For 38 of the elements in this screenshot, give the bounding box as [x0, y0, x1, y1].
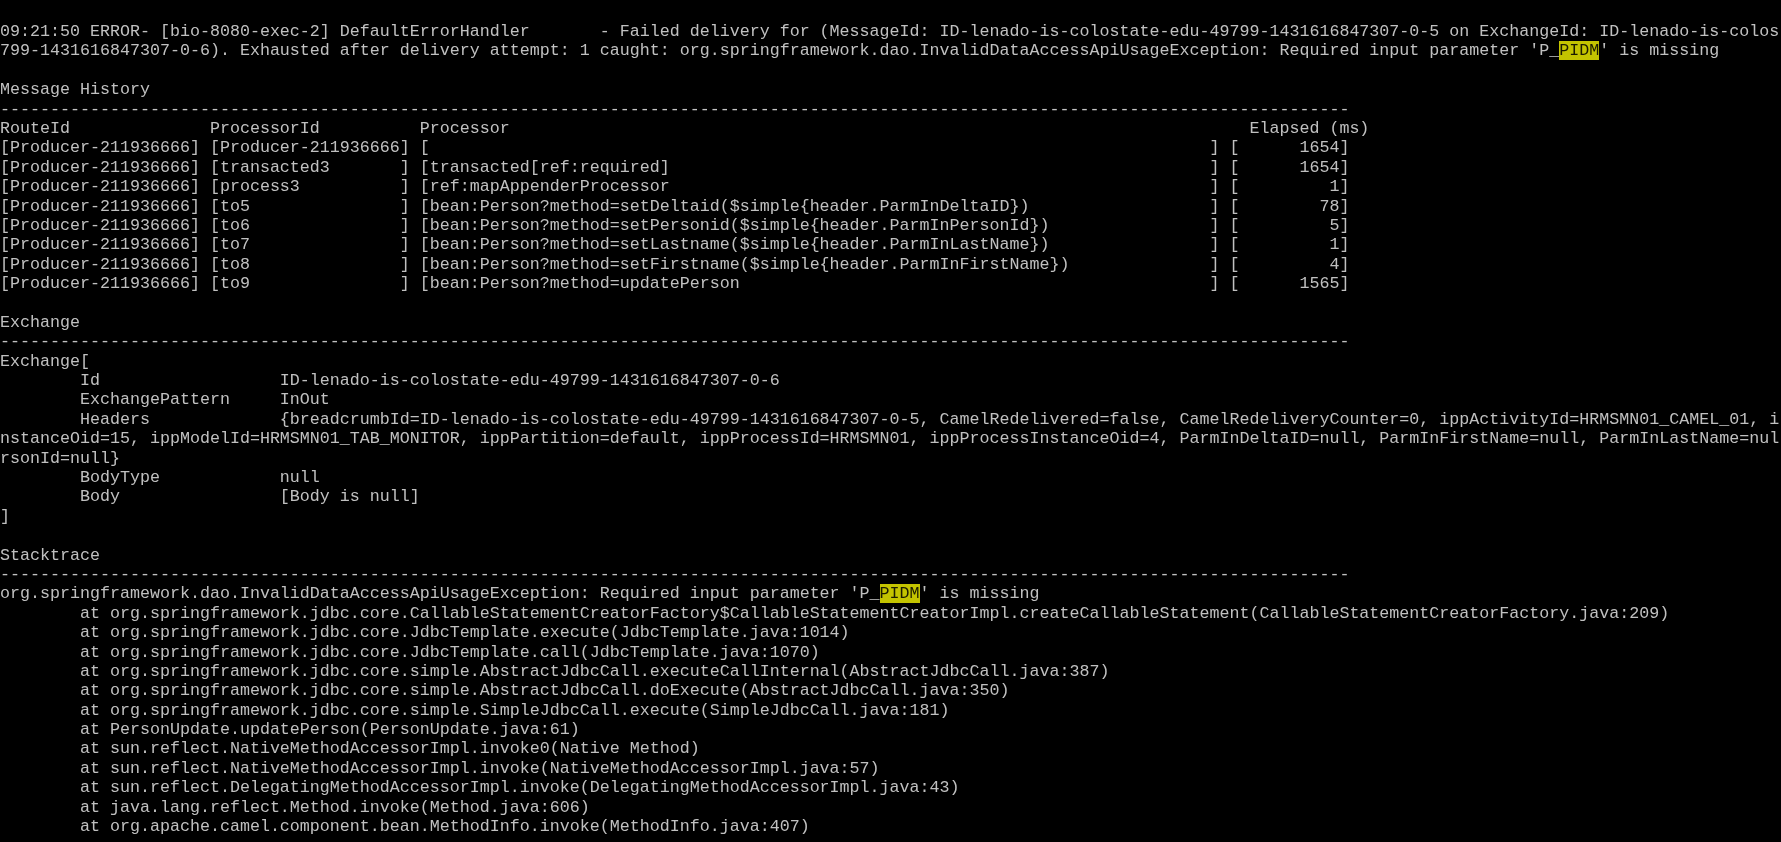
- stack-frame-line: at org.springframework.jdbc.core.JdbcTemplate.execute(JdbcTemplate.java:1014): [78, 623, 850, 643]
- stack-frame-line: at org.springframework.jdbc.core.JdbcTemplate.call(JdbcTemplate.java:1070): [78, 642, 820, 662]
- history-row: [Producer-211936666] [to5 ] [bean:Person?method=setDeltaid($simple{header.ParmInDeltaID}) ] [ 78]: [0, 196, 1350, 216]
- history-row: [Producer-211936666] [to7 ] [bean:Person?method=setLastname($simple{header.ParmInLastName}) ] [ 1]: [0, 235, 1350, 255]
- exchange-line: Body [Body is null]: [78, 487, 420, 507]
- log-line: 799-1431616847307-0-6). Exhausted after delivery attempt: 1 caught: org.springframework.dao.InvalidDataAccessApiUsageException: Required input parameter 'P_PIDM' is missing: [0, 41, 1720, 61]
- history-row: [Producer-211936666] [to6 ] [bean:Person?method=setPersonid($simple{header.ParmInPersonId}) ] [ 5]: [0, 215, 1350, 236]
- stack-frame-line: at org.springframework.jdbc.core.simple.AbstractJdbcCall.doExecute(AbstractJdbcCall.java:350): [78, 681, 1010, 701]
- history-row: [Producer-211936666] [Producer-211936666] [ ] [ 1654]: [0, 138, 1350, 158]
- history-row: [Producer-211936666] [to8 ] [bean:Person?method=setFirstname($simple{header.ParmInFirstName}) ] [ 4]: [0, 254, 1350, 275]
- log-line: 09:21:50 ERROR- [bio-8080-exec-2] DefaultErrorHandler - Failed delivery for (MessageId: ID-lenado-is-colostate-edu-49799-1431616847307-0-5 on ExchangeId: ID-lenado-is-colos: [0, 22, 1780, 42]
- stack-frame-line: at PersonUpdate.updatePerson(PersonUpdate.java:61): [78, 720, 580, 740]
- exchange-line: ]: [0, 506, 10, 527]
- history-row: [Producer-211936666] [process3 ] [ref:mapAppenderProcessor ] [ 1]: [0, 177, 1350, 197]
- exchange-line: BodyType null: [78, 468, 320, 488]
- stack-frame-line: at org.apache.camel.component.bean.MethodInfo.invoke(MethodInfo.java:407): [78, 817, 810, 837]
- dashed-separator: ---------------------------------------------------------------------------------------------------------------------------------------: [0, 99, 1350, 119]
- exchange-line: Id ID-lenado-is-colostate-edu-49799-1431616847307-0-6: [78, 371, 780, 391]
- stack-frame-line: at org.springframework.jdbc.core.simple.SimpleJdbcCall.execute(SimpleJdbcCall.java:181): [78, 700, 950, 721]
- stack-frame-line: at sun.reflect.DelegatingMethodAccessorImpl.invoke(DelegatingMethodAccessorImpl.java:43): [78, 778, 960, 798]
- stack-frame-line: at sun.reflect.NativeMethodAccessorImpl.invoke(NativeMethodAccessorImpl.java:57): [78, 758, 880, 779]
- history-row: [Producer-211936666] [to9 ] [bean:Person?method=updatePerson ] [ 1565]: [0, 274, 1350, 294]
- section-title: Message History: [0, 80, 150, 100]
- dashed-separator: ---------------------------------------------------------------------------------------------------------------------------------------: [0, 564, 1350, 585]
- dashed-separator: ---------------------------------------------------------------------------------------------------------------------------------------: [0, 332, 1350, 352]
- stack-frame-line: at org.springframework.jdbc.core.simple.AbstractJdbcCall.executeCallInternal(AbstractJdbcCall.java:387): [78, 661, 1110, 682]
- stack-frame-line: at sun.reflect.NativeMethodAccessorImpl.invoke0(Native Method): [78, 739, 700, 759]
- stack-frame-line: at org.springframework.jdbc.core.CallableStatementCreatorFactory$CallableStatementCreatorImpl.createCallableStatement(CallableStatementCreatorFactory.java:209): [78, 603, 1670, 624]
- exchange-line: nstanceOid=15, ippModelId=HRMSMN01_TAB_MONITOR, ippPartition=default, ippProcessId=HRMSMN01, ippProcessInstanceOid=4, ParmInDeltaID=null, ParmInFirstName=null, ParmInLastName=nul: [0, 429, 1780, 449]
- column-headers: RouteId ProcessorId Processor Elapsed (ms): [0, 118, 1370, 139]
- exchange-line: rsonId=null}: [0, 448, 120, 468]
- exchange-line: Headers {breadcrumbId=ID-lenado-is-colostate-edu-49799-1431616847307-0-5, CamelRedelivered=false, CamelRedeliveryCounter=0, ippActivityId=HRMSMN01_CAMEL_01, i: [78, 409, 1780, 430]
- section-title: Stacktrace: [0, 545, 100, 565]
- exchange-line: Exchange[: [0, 351, 90, 372]
- history-row: [Producer-211936666] [transacted3 ] [transacted[ref:required] ] [ 1654]: [0, 157, 1350, 178]
- stack-frame-line: at java.lang.reflect.Method.invoke(Method.java:606): [78, 797, 590, 817]
- exchange-line: ExchangePattern InOut: [78, 390, 330, 410]
- section-title: Exchange: [0, 312, 80, 333]
